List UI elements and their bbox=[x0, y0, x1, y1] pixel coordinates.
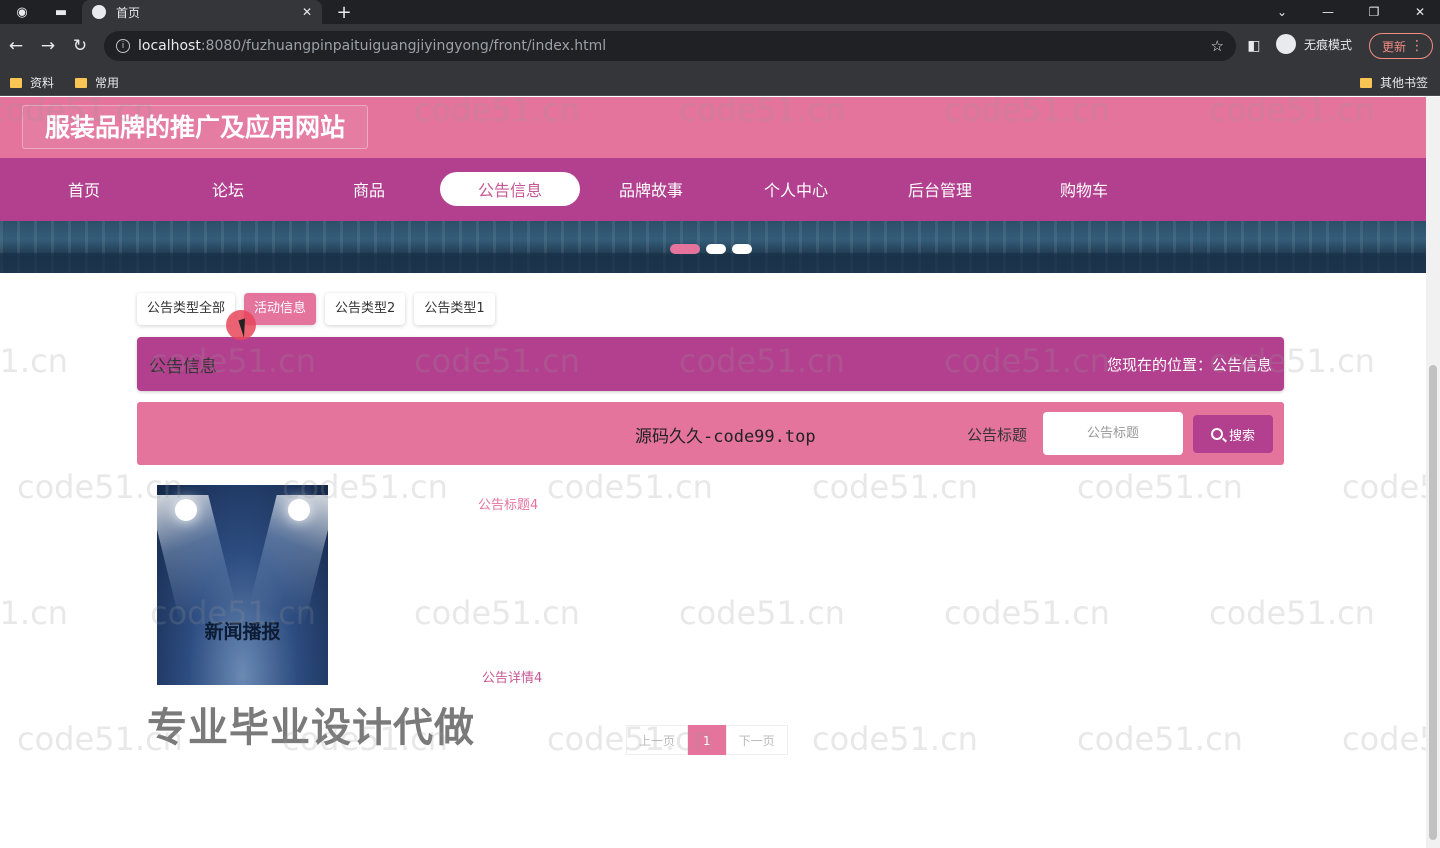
news-title-link[interactable]: 公告标题4 bbox=[478, 494, 538, 513]
forward-icon[interactable]: → bbox=[38, 36, 58, 56]
thumbnail-caption: 新闻播报 bbox=[204, 621, 281, 643]
source-overlay-text: 源码久久-code99.top bbox=[635, 427, 816, 447]
nav-item-cart[interactable]: 购物车 bbox=[1014, 172, 1154, 206]
incognito-icon bbox=[1276, 34, 1296, 54]
reload-icon[interactable]: ↻ bbox=[70, 36, 90, 56]
page-scrollbar[interactable] bbox=[1426, 97, 1440, 848]
section-title: 公告信息 bbox=[149, 357, 217, 377]
carousel-dot[interactable] bbox=[732, 244, 752, 254]
filter-type-2[interactable]: 公告类型2 bbox=[325, 293, 406, 325]
news-detail-link[interactable]: 公告详情4 bbox=[482, 667, 542, 686]
watermark: code51.cn bbox=[414, 594, 580, 632]
browser-toolbar: ← → ↻ i localhost :8080/fuzhuangpinpaitu… bbox=[0, 24, 1440, 68]
bookmarks-bar: 资料 常用 其他书签 bbox=[0, 68, 1440, 96]
close-window-icon[interactable]: ✕ bbox=[1400, 0, 1440, 24]
other-bookmarks[interactable]: 其他书签 bbox=[1360, 74, 1428, 91]
tab-title: 首页 bbox=[116, 5, 141, 20]
watermark: code51.cn bbox=[812, 720, 978, 758]
search-button[interactable]: 搜索 bbox=[1193, 415, 1273, 453]
folder-icon bbox=[1360, 77, 1372, 88]
url-path: :8080/fuzhuangpinpaituiguangjiyingyong/f… bbox=[200, 38, 607, 54]
watermark: code51.cn bbox=[812, 468, 978, 506]
update-label: 更新 bbox=[1382, 39, 1407, 54]
filter-all[interactable]: 公告类型全部 bbox=[137, 293, 236, 325]
close-icon[interactable]: ✕ bbox=[302, 5, 312, 19]
web-page: 服装品牌的推广及应用网站 首页 论坛 商品 公告信息 品牌故事 个人中心 后台管… bbox=[0, 97, 1426, 848]
incognito-indicator[interactable]: 无痕模式 bbox=[1276, 34, 1352, 54]
incognito-label: 无痕模式 bbox=[1304, 37, 1353, 52]
side-panel-icon[interactable]: ◧ bbox=[1244, 36, 1264, 56]
folder-icon bbox=[10, 77, 22, 88]
pagination: 上一页 1 下一页 bbox=[626, 725, 788, 755]
bookmark-label: 常用 bbox=[95, 76, 120, 90]
spotlight-lamp bbox=[288, 499, 310, 521]
nav-item-admin[interactable]: 后台管理 bbox=[870, 172, 1010, 206]
search-icon bbox=[1210, 428, 1223, 440]
browser-tab-strip: ◉ ▬ 首页 ✕ + ⌄ — ❐ ✕ bbox=[0, 0, 1440, 24]
main-nav: 首页 论坛 商品 公告信息 品牌故事 个人中心 后台管理 购物车 bbox=[0, 158, 1426, 221]
next-page-button[interactable]: 下一页 bbox=[725, 725, 788, 755]
nav-item-forum[interactable]: 论坛 bbox=[158, 172, 298, 206]
filter-type-1[interactable]: 公告类型1 bbox=[414, 293, 495, 325]
tab-search-icon[interactable]: ▬ bbox=[50, 2, 72, 22]
carousel-dot[interactable] bbox=[670, 244, 700, 254]
browser-tab[interactable]: 首页 ✕ bbox=[82, 0, 322, 24]
carousel-dot[interactable] bbox=[706, 244, 726, 254]
site-title[interactable]: 服装品牌的推广及应用网站 bbox=[22, 105, 369, 149]
bookmark-folder[interactable]: 资料 bbox=[10, 74, 54, 91]
watermark: code51.cn bbox=[679, 594, 845, 632]
globe-icon bbox=[92, 5, 106, 19]
watermark: code51.cn bbox=[944, 594, 1110, 632]
page-number[interactable]: 1 bbox=[688, 725, 726, 755]
nav-item-brand-story[interactable]: 品牌故事 bbox=[581, 172, 721, 206]
nav-item-announcements[interactable]: 公告信息 bbox=[440, 172, 580, 206]
bookmark-label: 资料 bbox=[30, 76, 55, 90]
update-button[interactable]: 更新 ⋮ bbox=[1369, 33, 1433, 59]
folder-icon bbox=[75, 77, 87, 88]
section-title-bar: 公告信息 您现在的位置：公告信息 bbox=[137, 337, 1284, 391]
spotlight-lamp bbox=[175, 499, 197, 521]
other-bookmarks-label: 其他书签 bbox=[1380, 76, 1429, 90]
search-label: 公告标题 bbox=[967, 426, 1028, 444]
star-icon[interactable]: ☆ bbox=[1211, 37, 1224, 55]
restore-icon[interactable]: ❐ bbox=[1354, 0, 1394, 24]
watermark: code51.cn bbox=[0, 594, 68, 632]
scrollbar-thumb[interactable] bbox=[1429, 365, 1437, 840]
watermark: code51.cn bbox=[547, 468, 713, 506]
promo-overlay-text: 专业毕业设计代做 bbox=[147, 705, 475, 751]
news-thumbnail[interactable]: 新闻播报 bbox=[157, 485, 328, 685]
nav-item-home[interactable]: 首页 bbox=[14, 172, 154, 206]
watermark: code51.cn bbox=[1077, 468, 1243, 506]
chevron-down-icon[interactable]: ⌄ bbox=[1262, 0, 1302, 24]
breadcrumb: 您现在的位置：公告信息 bbox=[1106, 356, 1272, 374]
info-icon[interactable]: i bbox=[116, 39, 130, 53]
url-host: localhost bbox=[138, 38, 201, 54]
search-button-label: 搜索 bbox=[1228, 428, 1255, 444]
banner-carousel[interactable] bbox=[0, 221, 1426, 273]
minimize-icon[interactable]: — bbox=[1308, 0, 1348, 24]
address-bar[interactable]: i localhost :8080/fuzhuangpinpaituiguang… bbox=[104, 31, 1236, 61]
nav-item-personal-center[interactable]: 个人中心 bbox=[726, 172, 866, 206]
prev-page-button[interactable]: 上一页 bbox=[626, 725, 689, 755]
watermark: code51.cn bbox=[1077, 720, 1243, 758]
back-icon[interactable]: ← bbox=[6, 36, 26, 56]
bookmark-folder[interactable]: 常用 bbox=[75, 74, 119, 91]
new-tab-icon[interactable]: + bbox=[336, 2, 352, 23]
watermark: code51.cn bbox=[1209, 594, 1375, 632]
menu-dots-icon[interactable]: ⋮ bbox=[1410, 38, 1424, 54]
watermark: code51.cn bbox=[1342, 468, 1426, 506]
category-filter: 公告类型全部 活动信息 公告类型2 公告类型1 bbox=[137, 293, 504, 325]
nav-item-products[interactable]: 商品 bbox=[299, 172, 439, 206]
banner-image-water bbox=[0, 253, 1426, 273]
watermark: code51.cn bbox=[1342, 720, 1426, 758]
watermark: code51.cn bbox=[0, 342, 68, 380]
site-header: 服装品牌的推广及应用网站 bbox=[0, 97, 1426, 158]
search-input[interactable] bbox=[1043, 412, 1183, 455]
browser-menu-icon[interactable]: ◉ bbox=[12, 2, 32, 22]
search-bar: 源码久久-code99.top 公告标题 搜索 bbox=[137, 402, 1284, 465]
